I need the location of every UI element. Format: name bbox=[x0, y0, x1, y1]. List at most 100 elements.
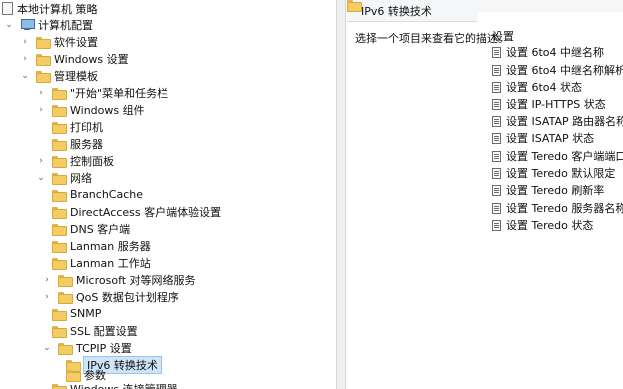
tree-item-ssl[interactable]: SSL 配置设置 bbox=[52, 322, 138, 339]
folder-icon bbox=[52, 104, 67, 117]
folder-icon bbox=[66, 369, 81, 382]
tree-item-label: "开始"菜单和任务栏 bbox=[70, 86, 169, 100]
tree-item-directaccess[interactable]: DirectAccess 客户端体验设置 bbox=[52, 203, 221, 220]
folder-icon bbox=[52, 223, 67, 236]
folder-icon bbox=[36, 36, 51, 49]
tree-item-computer-config[interactable]: ⌄ 计算机配置 bbox=[4, 16, 93, 33]
setting-item[interactable]: 设置 IP-HTTPS 状态 bbox=[492, 96, 606, 112]
tree-item-label: Windows 连接管理器 bbox=[70, 382, 178, 389]
tree-item-label: 服务器 bbox=[70, 137, 103, 151]
tree-item-label: SSL 配置设置 bbox=[70, 324, 138, 338]
folder-icon bbox=[58, 342, 73, 355]
chevron-down-icon[interactable]: ⌄ bbox=[36, 172, 46, 184]
folder-icon bbox=[52, 325, 67, 338]
tree-item-ms-p2p[interactable]: › Microsoft 对等网络服务 bbox=[42, 271, 196, 288]
setting-policy-icon bbox=[492, 184, 501, 196]
tree-item-software-settings[interactable]: › 软件设置 bbox=[20, 33, 98, 50]
tree-item-label: 计算机配置 bbox=[38, 18, 93, 32]
setting-policy-icon bbox=[492, 115, 501, 127]
tree-item-label: BranchCache bbox=[70, 188, 144, 201]
setting-label: 设置 6to4 中继名称解析间隔 bbox=[506, 64, 623, 77]
tree-item-lanman-server[interactable]: Lanman 服务器 bbox=[52, 237, 151, 254]
tree-item-windows-settings[interactable]: › Windows 设置 bbox=[20, 50, 129, 67]
setting-label: 设置 6to4 状态 bbox=[506, 81, 583, 94]
tree-item-label: DirectAccess 客户端体验设置 bbox=[70, 205, 222, 219]
folder-icon bbox=[52, 206, 67, 219]
tree-item-label: Windows 设置 bbox=[54, 52, 129, 66]
setting-policy-icon bbox=[492, 132, 501, 144]
folder-icon bbox=[36, 70, 51, 83]
setting-item[interactable]: 设置 Teredo 状态 bbox=[492, 217, 593, 233]
setting-item[interactable]: 设置 ISATAP 状态 bbox=[492, 130, 594, 146]
tree-item-label: Lanman 工作站 bbox=[70, 256, 151, 270]
setting-item[interactable]: 设置 6to4 状态 bbox=[492, 79, 582, 95]
tree-root[interactable]: 本地计算机 策略 bbox=[2, 0, 98, 17]
folder-icon bbox=[52, 87, 67, 100]
setting-policy-icon bbox=[492, 202, 501, 214]
tree-item-label: Lanman 服务器 bbox=[70, 239, 151, 253]
setting-item[interactable]: 设置 Teredo 刷新率 bbox=[492, 182, 604, 198]
setting-item[interactable]: 设置 Teredo 服务器名称 bbox=[492, 200, 623, 216]
tree-item-label: DNS 客户端 bbox=[70, 222, 131, 236]
tree-item-branchcache[interactable]: BranchCache bbox=[52, 186, 143, 203]
setting-item[interactable]: 设置 6to4 中继名称解析间隔 bbox=[492, 62, 623, 78]
chevron-right-icon[interactable]: › bbox=[36, 104, 46, 116]
chevron-right-icon[interactable]: › bbox=[20, 53, 30, 65]
folder-icon bbox=[52, 121, 67, 134]
chevron-down-icon[interactable]: ⌄ bbox=[4, 19, 14, 31]
setting-policy-icon bbox=[492, 167, 501, 179]
chevron-right-icon[interactable]: › bbox=[36, 155, 46, 167]
tree-item-label: 网络 bbox=[70, 171, 92, 185]
tree-item-dns-client[interactable]: DNS 客户端 bbox=[52, 220, 130, 237]
folder-icon bbox=[52, 383, 67, 389]
tree-item-windows-connect[interactable]: Windows 连接管理器 bbox=[52, 380, 178, 389]
setting-policy-icon bbox=[492, 219, 501, 231]
setting-policy-icon bbox=[492, 46, 501, 58]
setting-policy-icon bbox=[492, 150, 501, 162]
tree-item-label: QoS 数据包计划程序 bbox=[76, 290, 179, 304]
folder-icon bbox=[52, 240, 67, 253]
settings-column-header[interactable]: 设置 bbox=[492, 28, 514, 44]
folder-icon bbox=[52, 257, 67, 270]
tree-item-label: TCPIP 设置 bbox=[76, 341, 132, 355]
tab-notch bbox=[477, 12, 623, 24]
pane-splitter[interactable] bbox=[336, 0, 346, 389]
folder-icon bbox=[58, 291, 73, 304]
tree-item-qos[interactable]: › QoS 数据包计划程序 bbox=[42, 288, 179, 305]
setting-item[interactable]: 设置 Teredo 客户端端口 bbox=[492, 148, 623, 164]
setting-policy-icon bbox=[492, 98, 501, 110]
folder-icon bbox=[52, 189, 67, 202]
setting-policy-icon bbox=[492, 64, 501, 76]
setting-item[interactable]: 设置 Teredo 默认限定 bbox=[492, 165, 615, 181]
folder-icon bbox=[52, 172, 67, 185]
folder-icon bbox=[58, 274, 73, 287]
tree-item-label: Microsoft 对等网络服务 bbox=[76, 273, 196, 287]
tree-item-tcpip[interactable]: ⌄ TCPIP 设置 bbox=[42, 339, 132, 356]
tree-item-control-panel[interactable]: › 控制面板 bbox=[36, 152, 114, 169]
tree-item-label: 软件设置 bbox=[54, 35, 98, 49]
tree-item-network[interactable]: ⌄ 网络 bbox=[36, 169, 92, 186]
chevron-right-icon[interactable]: › bbox=[42, 274, 52, 286]
setting-label: 设置 ISATAP 状态 bbox=[506, 132, 595, 145]
tree-item-windows-components[interactable]: › Windows 组件 bbox=[36, 101, 145, 118]
chevron-right-icon[interactable]: › bbox=[36, 87, 46, 99]
tree-item-lanman-workstation[interactable]: Lanman 工作站 bbox=[52, 254, 151, 271]
tree-item-start-menu[interactable]: › "开始"菜单和任务栏 bbox=[36, 84, 168, 101]
chevron-down-icon[interactable]: ⌄ bbox=[42, 342, 52, 354]
setting-item[interactable]: 设置 ISATAP 路由器名称 bbox=[492, 113, 623, 129]
tree-item-snmp[interactable]: SNMP bbox=[52, 305, 101, 322]
setting-label: 设置 ISATAP 路由器名称 bbox=[506, 115, 623, 128]
chevron-right-icon[interactable]: › bbox=[20, 36, 30, 48]
setting-label: 设置 Teredo 客户端端口 bbox=[506, 150, 623, 163]
tree-item-printers[interactable]: 打印机 bbox=[52, 118, 103, 135]
setting-label: 设置 Teredo 刷新率 bbox=[506, 184, 605, 197]
tree-root-label: 本地计算机 策略 bbox=[17, 2, 98, 16]
chevron-right-icon[interactable]: › bbox=[42, 291, 52, 303]
tree-item-admin-templates[interactable]: ⌄ 管理模板 bbox=[20, 67, 98, 84]
tree-item-server[interactable]: 服务器 bbox=[52, 135, 103, 152]
chevron-down-icon[interactable]: ⌄ bbox=[20, 70, 30, 82]
tree-item-label: 控制面板 bbox=[70, 154, 114, 168]
setting-label: 设置 Teredo 服务器名称 bbox=[506, 202, 623, 215]
details-header-title: IPv6 转换技术 bbox=[361, 4, 432, 18]
setting-item[interactable]: 设置 6to4 中继名称 bbox=[492, 44, 604, 60]
